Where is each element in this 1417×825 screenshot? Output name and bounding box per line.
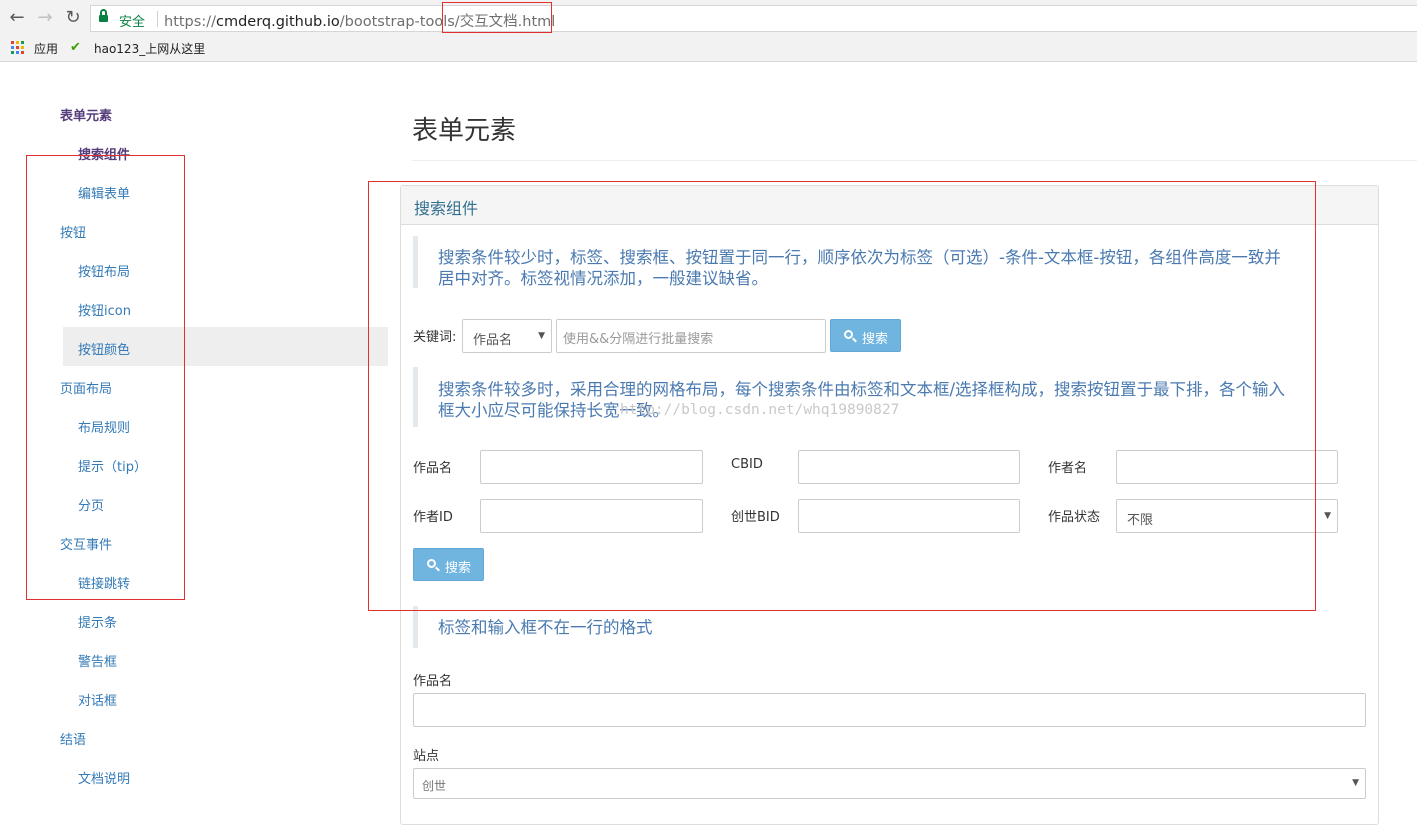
url-scheme: https://	[164, 14, 216, 30]
sidebar-item-conclusion[interactable]: 结语	[60, 729, 86, 748]
apps-grid-icon[interactable]	[11, 41, 24, 54]
address-bar: ← → ↻ 安全 https://cmderq.github.io/bootst…	[0, 0, 1417, 36]
url-host: cmderq.github.io	[215, 14, 340, 30]
note-stacked-text: 标签和输入框不在一行的格式	[438, 618, 653, 637]
sidebar-item-dialog[interactable]: 对话框	[78, 690, 117, 709]
sidebar-item-form-elements[interactable]: 表单元素	[60, 105, 112, 124]
forward-arrow-icon[interactable]: →	[34, 7, 56, 29]
stacked-work-name-label: 作品名	[413, 674, 453, 689]
bookmark-apps[interactable]: 应用	[34, 40, 58, 57]
hao123-icon: ✔	[70, 40, 81, 55]
sidebar-item-doc-notes[interactable]: 文档说明	[78, 768, 130, 787]
note-stacked-form: 标签和输入框不在一行的格式	[413, 606, 1353, 648]
chevron-down-icon: ▼	[1352, 778, 1359, 788]
page-title: 表单元素	[412, 116, 517, 146]
url-highlight-box	[442, 2, 552, 33]
sidebar-highlight-box	[26, 155, 185, 600]
url-field[interactable]: 安全 https://cmderq.github.io/bootstrap-to…	[90, 5, 1417, 32]
main-highlight-box	[368, 181, 1316, 611]
secure-label: 安全	[119, 15, 146, 30]
stacked-site-value: 创世	[422, 779, 447, 793]
url-divider	[157, 11, 158, 27]
stacked-site-label: 站点	[413, 749, 440, 764]
stacked-work-name-input[interactable]	[413, 693, 1366, 727]
bookmarks-bar: 应用 ✔ hao123_上网从这里	[0, 36, 1417, 62]
title-divider	[412, 160, 1417, 161]
sidebar-item-tip-bar[interactable]: 提示条	[78, 612, 117, 631]
back-arrow-icon[interactable]: ←	[6, 7, 28, 29]
lock-icon	[99, 9, 108, 23]
sidebar-item-alert[interactable]: 警告框	[78, 651, 117, 670]
bookmark-hao123[interactable]: hao123_上网从这里	[94, 40, 205, 57]
reload-icon[interactable]: ↻	[62, 7, 84, 29]
stacked-site-select[interactable]: 创世 ▼	[413, 768, 1366, 799]
chevron-down-icon: ▼	[1324, 511, 1331, 521]
